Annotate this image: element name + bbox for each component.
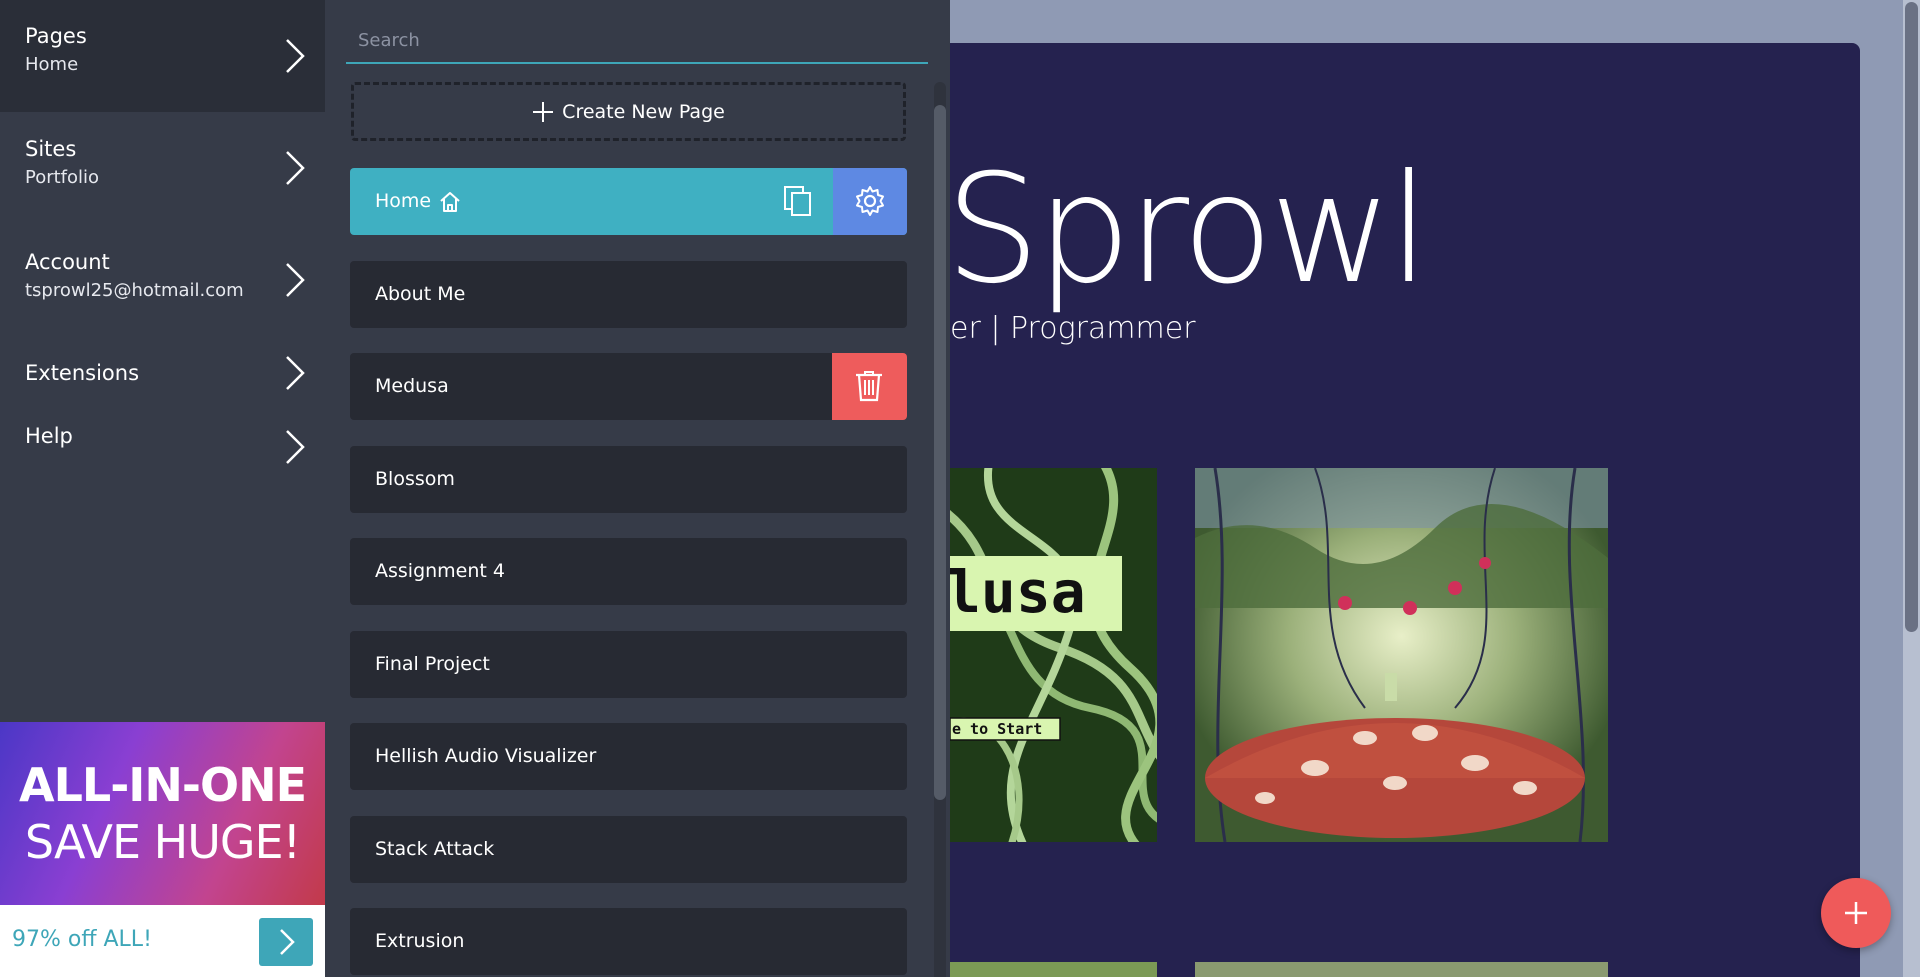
thumb1-subtext: e to Start <box>952 720 1042 738</box>
nav-item-extensions[interactable]: Extensions <box>0 336 325 410</box>
site-tagline: er | Programmer <box>950 311 1196 346</box>
page-row-stack-attack[interactable]: Stack Attack <box>350 816 907 883</box>
plus-icon <box>1845 902 1867 924</box>
medusa-artwork: lusa e to Start <box>950 468 1157 842</box>
window-scrollbar-thumb[interactable] <box>1905 2 1918 632</box>
promo-go-button[interactable] <box>259 918 313 966</box>
page-row-extrusion[interactable]: Extrusion <box>350 908 907 975</box>
page-row-label: Home <box>375 190 432 212</box>
site-preview: Sprowl er | Programmer lusa e to Start <box>950 43 1860 977</box>
promo-line2: SAVE HUGE! <box>24 815 301 869</box>
nav-item-pages-title: Pages <box>25 24 87 48</box>
chevron-right-icon <box>286 263 305 297</box>
gear-icon <box>856 186 884 216</box>
search-field[interactable] <box>346 18 928 64</box>
search-input[interactable] <box>346 18 928 62</box>
nav-item-extensions-title: Extensions <box>25 361 140 385</box>
project-thumbnail-medusa[interactable]: lusa e to Start <box>950 468 1157 842</box>
trash-icon <box>856 371 882 402</box>
chevron-right-icon <box>286 356 305 390</box>
create-new-page-label: Create New Page <box>562 100 725 123</box>
pages-panel: Create New Page Home About Me Medusa <box>325 0 950 977</box>
thumb1-text: lusa <box>950 558 1086 626</box>
create-new-page-button[interactable]: Create New Page <box>351 82 906 141</box>
chevron-right-icon <box>286 430 305 464</box>
project-thumbnail-partial[interactable] <box>950 962 1157 977</box>
page-row-hellish-audio-visualizer[interactable]: Hellish Audio Visualizer <box>350 723 907 790</box>
page-row-label: Assignment 4 <box>375 560 505 582</box>
nav-item-account-sub: tsprowl25@hotmail.com <box>25 280 244 301</box>
nav-item-pages-sub: Home <box>25 54 79 75</box>
chevron-right-icon <box>286 151 305 185</box>
nav-item-sites[interactable]: Sites Portfolio <box>0 112 325 224</box>
project-thumbnail-blossom[interactable] <box>1195 468 1608 842</box>
nav-item-sites-title: Sites <box>25 137 77 161</box>
page-row-about-me[interactable]: About Me <box>350 261 907 328</box>
add-element-button[interactable] <box>1821 878 1891 948</box>
page-row-assignment-4[interactable]: Assignment 4 <box>350 538 907 605</box>
page-row-blossom[interactable]: Blossom <box>350 446 907 513</box>
page-row-medusa[interactable]: Medusa <box>350 353 907 420</box>
site-hero-title: Sprowl <box>950 143 1430 317</box>
promo-offer-bar: 97% off ALL! <box>0 905 325 977</box>
page-row-label: Stack Attack <box>375 838 495 860</box>
promo-offer-text: 97% off ALL! <box>12 927 152 952</box>
page-row-final-project[interactable]: Final Project <box>350 631 907 698</box>
page-row-label: Hellish Audio Visualizer <box>375 745 597 767</box>
pages-scrollbar-thumb[interactable] <box>934 105 946 800</box>
delete-page-button[interactable] <box>832 353 907 420</box>
chevron-right-icon <box>280 929 295 955</box>
page-row-home[interactable]: Home <box>350 168 907 235</box>
plus-icon <box>533 101 554 122</box>
page-row-label: Extrusion <box>375 930 465 952</box>
nav-item-account[interactable]: Account tsprowl25@hotmail.com <box>0 224 325 336</box>
page-row-label: Blossom <box>375 468 455 490</box>
blossom-artwork <box>1195 468 1608 842</box>
chevron-right-icon <box>286 39 305 73</box>
nav-item-sites-sub: Portfolio <box>25 167 100 188</box>
duplicate-page-icon[interactable] <box>782 184 816 218</box>
nav-item-pages[interactable]: Pages Home <box>0 0 325 112</box>
promo-line1: ALL-IN-ONE <box>18 758 307 812</box>
nav-item-help[interactable]: Help <box>0 410 325 484</box>
nav-item-help-title: Help <box>25 424 73 448</box>
page-settings-button[interactable] <box>833 168 907 235</box>
page-row-label: About Me <box>375 283 466 305</box>
project-thumbnail-partial[interactable] <box>1195 962 1608 977</box>
promo-banner[interactable]: ALL-IN-ONE SAVE HUGE! <box>0 722 325 905</box>
nav-item-account-title: Account <box>25 250 110 274</box>
page-row-label: Medusa <box>375 375 449 397</box>
home-icon <box>440 192 460 212</box>
page-row-label: Final Project <box>375 653 490 675</box>
